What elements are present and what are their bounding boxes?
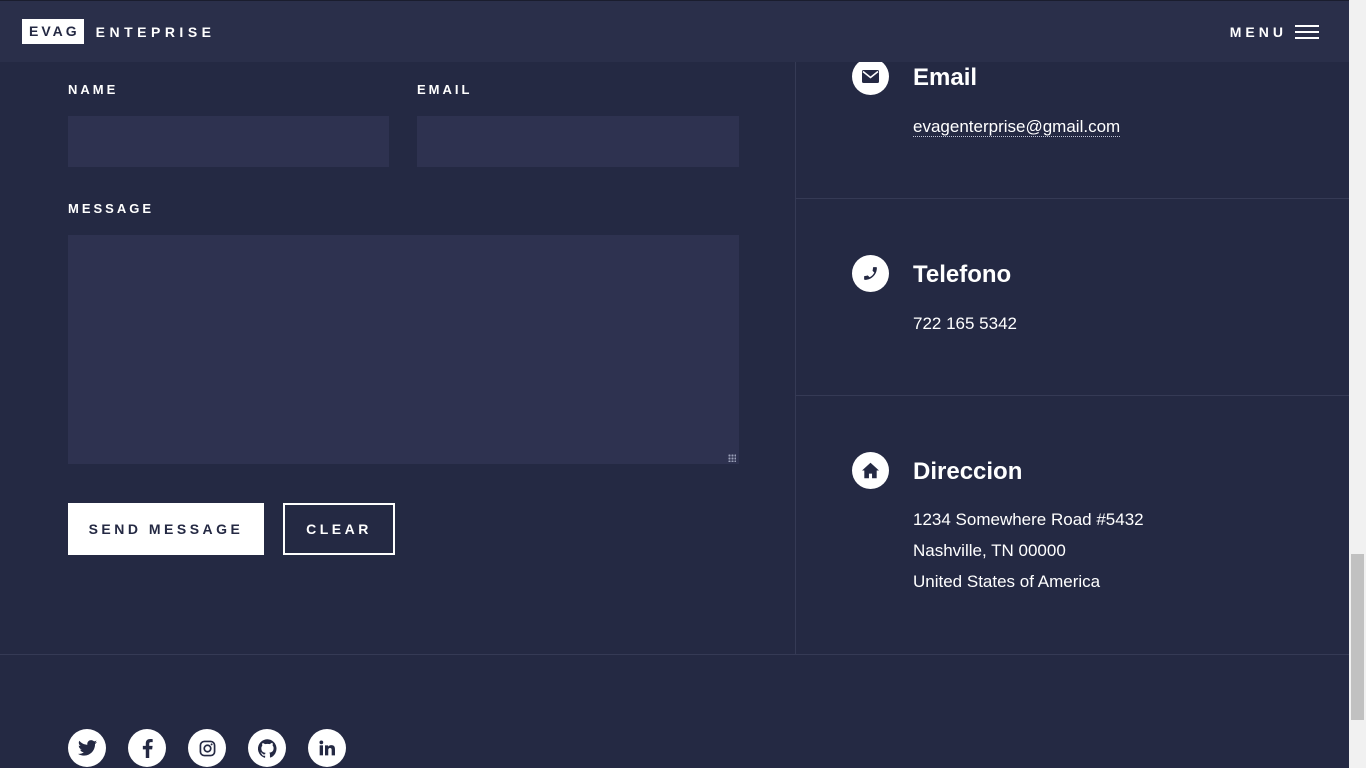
email-label: EMAIL [417, 82, 473, 97]
message-label: MESSAGE [68, 201, 155, 216]
github-icon[interactable] [248, 729, 286, 767]
email-title: Email [913, 64, 978, 91]
facebook-icon[interactable] [128, 729, 166, 767]
column-divider [795, 62, 796, 655]
phone-value: 722 165 5342 [913, 314, 1017, 333]
phone-title: Telefono [913, 261, 1012, 288]
name-label: NAME [68, 82, 119, 97]
logo-text: ENTEPRISE [95, 23, 216, 40]
logo-box: EVAG [22, 19, 84, 44]
menu-label: MENU [1229, 23, 1287, 40]
twitter-icon[interactable] [68, 729, 106, 767]
email-link[interactable]: evagenterprise@gmail.com [913, 117, 1121, 137]
site-header: EVAG ENTEPRISE MENU [0, 0, 1349, 62]
address-line-3: United States of America [913, 572, 1101, 591]
page-scrollbar[interactable] [1349, 0, 1366, 768]
scrollbar-thumb[interactable] [1351, 554, 1364, 720]
address-line-1: 1234 Somewhere Road #5432 [913, 510, 1144, 529]
address-line-2: Nashville, TN 00000 [913, 541, 1066, 560]
resize-grip-icon[interactable] [728, 454, 736, 462]
envelope-icon [852, 58, 889, 95]
footer-divider [0, 654, 1349, 655]
phone-icon [852, 255, 889, 292]
hamburger-icon [1295, 24, 1319, 39]
email-value: evagenterprise@gmail.com [913, 117, 1121, 137]
address-title: Direccion [913, 458, 1023, 485]
clear-button[interactable]: CLEAR [283, 503, 395, 555]
send-message-button[interactable]: SEND MESSAGE [68, 503, 264, 555]
logo[interactable]: EVAG ENTEPRISE [22, 19, 216, 44]
instagram-icon[interactable] [188, 729, 226, 767]
home-icon [852, 452, 889, 489]
linkedin-icon[interactable] [308, 729, 346, 767]
message-textarea[interactable] [68, 235, 739, 464]
email-input[interactable] [417, 116, 739, 167]
menu-button[interactable]: MENU [1230, 24, 1319, 40]
contact-divider [796, 198, 1349, 199]
contact-divider [796, 395, 1349, 396]
name-input[interactable] [68, 116, 389, 167]
